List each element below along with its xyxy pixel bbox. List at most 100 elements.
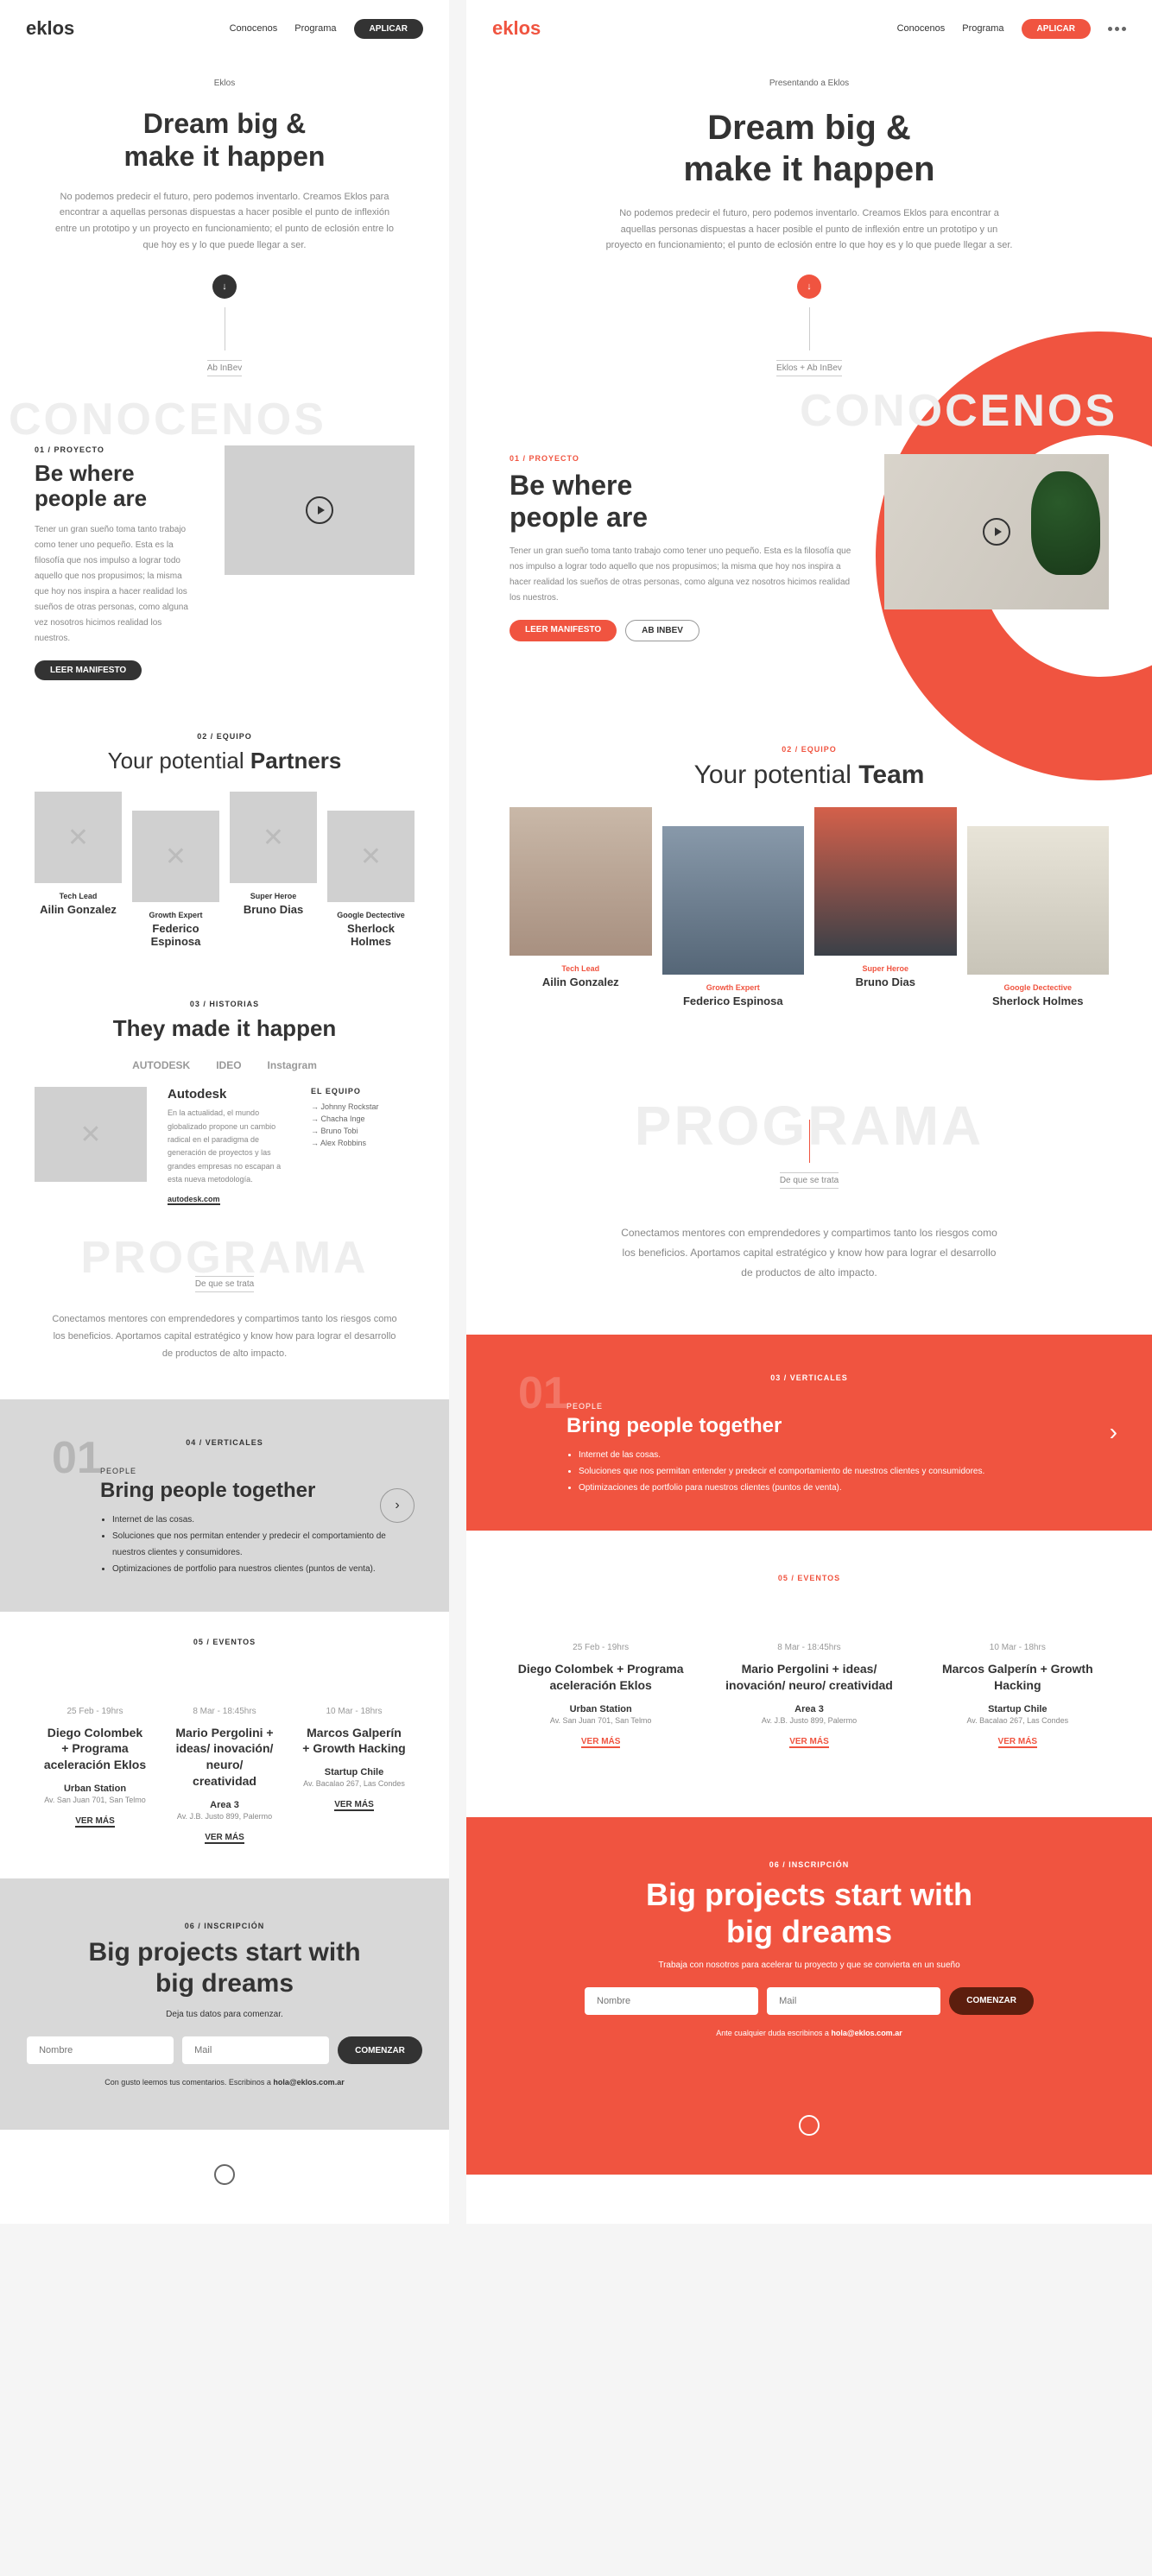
list-item: Chacha Inge xyxy=(311,1113,415,1125)
section-desc: Tener un gran sueño toma tanto trabajo c… xyxy=(35,522,199,647)
section-title: They made it happen xyxy=(35,1015,415,1042)
section-eyebrow: 05 / EVENTOS xyxy=(501,1574,1117,1582)
team-card: Google DectectiveSherlock Holmes xyxy=(967,826,1110,1008)
section-eyebrow: 06 / INSCRIPCIÓN xyxy=(518,1860,1100,1869)
play-icon xyxy=(983,518,1010,546)
list-item: Bruno Tobi xyxy=(311,1125,415,1137)
scroll-down-button[interactable]: ↓ xyxy=(212,275,237,299)
vertical-title: Bring people together xyxy=(100,1479,397,1503)
section-eyebrow: 03 / HISTORIAS xyxy=(35,1000,415,1008)
section-eyebrow: 01 / PROYECTO xyxy=(35,445,199,454)
equipo-label: EL EQUIPO xyxy=(311,1087,415,1095)
section-eyebrow: 06 / INSCRIPCIÓN xyxy=(52,1922,397,1930)
mini-ab-label: Ab InBev xyxy=(207,360,243,376)
vertical-label: PEOPLE xyxy=(100,1467,397,1475)
form-note: Ante cualquier duda escribinos a hola@ek… xyxy=(518,2029,1100,2037)
team-card: Growth ExpertFederico Espinosa xyxy=(662,826,805,1008)
story-link[interactable]: autodesk.com xyxy=(168,1195,220,1205)
nav-link-programa[interactable]: Programa xyxy=(962,23,1003,34)
event-card: 10 Mar - 18hrs Marcos Galperín + Growth … xyxy=(927,1643,1109,1748)
list-item: Optimizaciones de portfolio para nuestro… xyxy=(579,1480,1100,1496)
form-title: Big projects start withbig dreams xyxy=(518,1876,1100,1950)
story-title: Autodesk xyxy=(168,1087,290,1102)
logo[interactable]: eklos xyxy=(492,17,541,40)
nav-link-programa[interactable]: Programa xyxy=(294,23,336,34)
vertical-number: 01 xyxy=(518,1367,568,1419)
section-title: Be wherepeople are xyxy=(510,470,858,534)
hero-title: Dream big &make it happen xyxy=(518,107,1100,190)
hero-bracket: Presentando a Eklos xyxy=(761,75,858,92)
event-card: 8 Mar - 18:45hrs Mario Pergolini + ideas… xyxy=(173,1707,276,1845)
list-item: Internet de las cosas. xyxy=(112,1512,397,1528)
manifesto-button[interactable]: LEER MANIFESTO xyxy=(35,660,142,680)
nav-color: eklos Conocenos Programa APLICAR xyxy=(466,0,1152,57)
mini-ab-label: Eklos + Ab InBev xyxy=(776,360,842,376)
event-more-link[interactable]: VER MÁS xyxy=(581,1737,621,1748)
list-item: Soluciones que nos permitan entender y p… xyxy=(112,1528,397,1561)
section-eyebrow: 01 / PROYECTO xyxy=(510,454,858,463)
submit-button[interactable]: COMENZAR xyxy=(338,2036,422,2064)
name-input[interactable] xyxy=(27,2036,174,2064)
event-more-link[interactable]: VER MÁS xyxy=(789,1737,829,1748)
team-card: ✕Google DectectiveSherlock Holmes xyxy=(327,811,415,948)
submit-button[interactable]: COMENZAR xyxy=(949,1987,1034,2015)
video-thumbnail[interactable] xyxy=(884,454,1109,609)
list-item: Alex Robbins xyxy=(311,1137,415,1149)
mail-input[interactable] xyxy=(182,2036,329,2064)
list-item: Soluciones que nos permitan entender y p… xyxy=(579,1463,1100,1480)
event-card: 8 Mar - 18:45hrs Mario Pergolini + ideas… xyxy=(718,1643,900,1748)
section-eyebrow: 04 / VERTICALES xyxy=(186,1438,263,1447)
footer-logo-icon xyxy=(799,2115,820,2136)
video-placeholder[interactable] xyxy=(225,445,415,575)
name-input[interactable] xyxy=(585,1987,758,2015)
team-card: ✕Growth ExpertFederico Espinosa xyxy=(132,811,219,948)
scroll-down-button[interactable]: ↓ xyxy=(797,275,821,299)
next-arrow[interactable]: › xyxy=(380,1488,415,1523)
section-desc: Tener un gran sueño toma tanto trabajo c… xyxy=(510,544,858,606)
event-more-link[interactable]: VER MÁS xyxy=(75,1816,115,1828)
event-more-link[interactable]: VER MÁS xyxy=(998,1737,1038,1748)
logo[interactable]: eklos xyxy=(26,17,74,40)
story-image: ✕ xyxy=(35,1087,147,1182)
hero-title: Dream big &make it happen xyxy=(52,107,397,174)
vertical-label: PEOPLE xyxy=(567,1402,1100,1411)
hero-desc: No podemos predecir el futuro, pero pode… xyxy=(52,189,397,254)
event-more-link[interactable]: VER MÁS xyxy=(334,1800,374,1811)
section-title: Your potential Partners xyxy=(35,748,415,774)
next-arrow[interactable]: › xyxy=(1110,1418,1117,1446)
hero-desc: No podemos predecir el futuro, pero pode… xyxy=(602,205,1016,254)
abinbev-button[interactable]: AB INBEV xyxy=(625,620,699,641)
team-card: ✕Tech LeadAilin Gonzalez xyxy=(35,792,122,948)
team-card: Tech LeadAilin Gonzalez xyxy=(510,807,652,1008)
prog-desc: Conectamos mentores con emprendedores y … xyxy=(52,1311,397,1362)
watermark-programa: PROGRAMA xyxy=(635,1094,984,1158)
nav-link-conocenos[interactable]: Conocenos xyxy=(230,23,278,34)
story-desc: En la actualidad, el mundo globalizado p… xyxy=(168,1107,290,1186)
prog-label: De que se trata xyxy=(780,1172,839,1189)
mail-input[interactable] xyxy=(767,1987,940,2015)
event-card: 25 Feb - 19hrs Diego Colombek + Programa… xyxy=(43,1707,147,1845)
list-item: Johnny Rockstar xyxy=(311,1101,415,1113)
event-card: 10 Mar - 18hrs Marcos Galperín + Growth … xyxy=(302,1707,406,1845)
nav-link-conocenos[interactable]: Conocenos xyxy=(897,23,946,34)
vertical-title: Bring people together xyxy=(567,1414,1100,1438)
form-note: Con gusto leemos tus comentarios. Escrib… xyxy=(52,2078,397,2087)
team-card: ✕Super HeroeBruno Dias xyxy=(230,792,317,948)
brand-logo: AUTODESK xyxy=(132,1059,190,1071)
section-eyebrow: 03 / VERTICALES xyxy=(770,1373,848,1382)
list-item: Internet de las cosas. xyxy=(579,1447,1100,1463)
prog-label: De que se trata xyxy=(195,1276,254,1292)
manifesto-button[interactable]: LEER MANIFESTO xyxy=(510,620,617,641)
apply-button[interactable]: APLICAR xyxy=(354,19,423,39)
prog-desc: Conectamos mentores con emprendedores y … xyxy=(619,1223,999,1282)
more-menu-icon[interactable] xyxy=(1108,27,1126,31)
apply-button[interactable]: APLICAR xyxy=(1022,19,1091,39)
footer-logo-icon xyxy=(214,2164,235,2185)
watermark-conocenos: CONOCENOS xyxy=(9,394,326,445)
watermark-conocenos: CONOCENOS xyxy=(800,385,1117,437)
form-subtitle: Deja tus datos para comenzar. xyxy=(52,2010,397,2019)
section-eyebrow: 02 / EQUIPO xyxy=(510,745,1109,754)
event-more-link[interactable]: VER MÁS xyxy=(205,1833,244,1844)
nav-wireframe: eklos Conocenos Programa APLICAR xyxy=(0,0,449,57)
team-card: Super HeroeBruno Dias xyxy=(814,807,957,1008)
